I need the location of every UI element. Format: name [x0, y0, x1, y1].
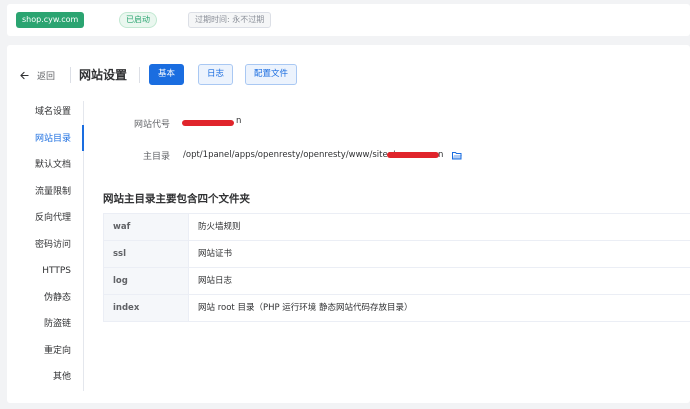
section-title: 网站主目录主要包含四个文件夹 — [103, 193, 250, 205]
page-title: 网站设置 — [79, 68, 128, 82]
divider — [70, 67, 71, 83]
tab-config-file[interactable]: 配置文件 — [245, 64, 298, 85]
root-dir-value: /opt/1panel/apps/openresty/openresty/www… — [183, 150, 395, 160]
folders-table: waf 防火墙规则 ssl 网站证书 log 网站日志 index 网站 roo… — [103, 213, 690, 322]
site-code-value: n — [236, 116, 242, 126]
folder-name: log — [103, 268, 189, 294]
sidebar-item-domain[interactable]: 域名设置 — [35, 105, 71, 119]
back-button[interactable]: 返回 — [20, 67, 55, 83]
site-header-bar: shop.cyw.com 已启动 过期时间: 永不过期 — [7, 4, 690, 36]
root-dir-value-suffix: n — [438, 150, 444, 160]
sidebar-item-other[interactable]: 其他 — [53, 370, 71, 384]
folder-desc: 防火墙规则 — [198, 222, 241, 232]
folder-open-icon[interactable] — [452, 151, 462, 160]
table-row: ssl 网站证书 — [103, 241, 690, 268]
table-row: log 网站日志 — [103, 268, 690, 295]
settings-sidebar: 域名设置 网站目录 默认文档 流量限制 反向代理 密码访问 HTTPS 伪静态 … — [7, 101, 84, 391]
table-row: index 网站 root 目录（PHP 运行环境 静态网站代码存放目录） — [103, 295, 690, 322]
site-code-label: 网站代号 — [133, 120, 170, 130]
redaction-mark — [182, 120, 234, 126]
folder-desc: 网站证书 — [198, 249, 233, 259]
sidebar-item-redirect[interactable]: 重定向 — [44, 344, 71, 358]
back-label: 返回 — [37, 71, 56, 82]
sidebar-item-password-access[interactable]: 密码访问 — [35, 238, 71, 252]
tab-log[interactable]: 日志 — [198, 64, 234, 85]
root-dir-label: 主目录 — [142, 152, 170, 162]
folder-desc: 网站 root 目录（PHP 运行环境 静态网站代码存放目录） — [198, 303, 413, 313]
sidebar-item-reverse-proxy[interactable]: 反向代理 — [35, 211, 71, 225]
sidebar-item-anti-leech[interactable]: 防盗链 — [44, 317, 71, 331]
folder-name: ssl — [103, 241, 189, 267]
sidebar-item-traffic-limit[interactable]: 流量限制 — [35, 185, 71, 199]
sidebar-item-rewrite[interactable]: 伪静态 — [44, 291, 71, 305]
sidebar-active-indicator — [82, 125, 84, 151]
site-name-tag[interactable]: shop.cyw.com — [16, 12, 85, 28]
settings-panel: 返回 网站设置 基本 日志 配置文件 域名设置 网站目录 默认文档 流量限制 反… — [7, 45, 690, 403]
divider — [139, 67, 140, 83]
folder-desc: 网站日志 — [198, 276, 233, 286]
tab-basic[interactable]: 基本 — [149, 64, 185, 85]
folder-name: waf — [103, 214, 189, 240]
table-row: waf 防火墙规则 — [103, 214, 690, 241]
arrow-left-icon — [20, 71, 29, 79]
sidebar-item-site-directory[interactable]: 网站目录 — [35, 132, 71, 146]
redaction-mark — [387, 152, 439, 158]
page-background-strip — [0, 403, 690, 409]
expire-badge: 过期时间: 永不过期 — [188, 12, 272, 28]
sidebar-item-default-document[interactable]: 默认文档 — [35, 158, 71, 172]
status-badge: 已启动 — [119, 12, 157, 28]
sidebar-item-https[interactable]: HTTPS — [42, 264, 71, 278]
folder-name: index — [103, 295, 189, 321]
